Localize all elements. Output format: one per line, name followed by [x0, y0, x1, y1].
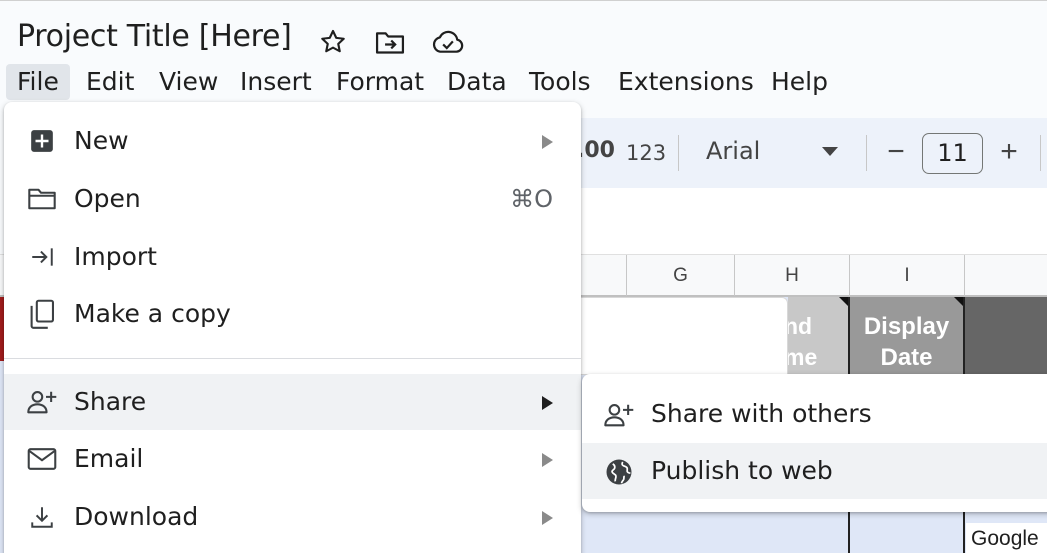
header-cell-h-text: nd me [788, 313, 818, 370]
submenu-arrow-icon [542, 511, 553, 525]
menu-extensions[interactable]: Extensions [607, 64, 765, 100]
submenu-arrow-icon [542, 396, 553, 410]
file-menu-label: Download [74, 502, 199, 531]
mail-icon [26, 443, 58, 475]
number-format-button[interactable]: 123 [626, 141, 666, 165]
file-menu-label: Share [74, 387, 147, 416]
toolbar-divider [866, 135, 867, 171]
menu-insert[interactable]: Insert [229, 64, 323, 100]
menu-data[interactable]: Data [436, 64, 518, 100]
file-menu: New Open ⌘O Import Make a copy Share Ema… [4, 102, 581, 553]
new-sheet-icon [26, 125, 58, 157]
person-add-icon [602, 398, 636, 432]
header-cell-display-date[interactable]: Display Date [849, 297, 964, 375]
font-family-select[interactable]: Arial [706, 137, 760, 165]
menu-divider [4, 358, 581, 359]
share-with-others[interactable]: Share with others [582, 386, 1047, 442]
menu-edit[interactable]: Edit [75, 64, 145, 100]
import-icon [26, 241, 58, 273]
toolbar-divider [1040, 135, 1041, 171]
header-cell-text: Date [880, 344, 933, 371]
file-menu-new[interactable]: New [4, 113, 581, 169]
file-menu-make-a-copy[interactable]: Make a copy [4, 286, 581, 342]
data-cell[interactable]: Google [966, 523, 1047, 553]
file-menu-label: Email [74, 444, 144, 473]
menu-file[interactable]: File [6, 64, 70, 100]
folder-icon [26, 183, 58, 215]
column-header-h[interactable]: H [735, 255, 850, 296]
file-menu-download[interactable]: Download [4, 489, 581, 545]
submenu-arrow-icon [542, 135, 553, 149]
share-submenu: Share with others Publish to web [582, 374, 1047, 512]
move-to-folder-icon[interactable] [373, 25, 407, 59]
formula-bar[interactable] [560, 188, 1047, 254]
share-menu-label: Publish to web [651, 456, 833, 485]
file-menu-share[interactable]: Share [4, 374, 581, 430]
star-icon[interactable] [316, 25, 350, 59]
header-cell-h[interactable]: nd me [788, 297, 849, 375]
merged-cell[interactable] [560, 297, 788, 375]
publish-to-web[interactable]: Publish to web [582, 443, 1047, 499]
header-cell-j[interactable] [964, 297, 1047, 375]
file-menu-import[interactable]: Import [4, 229, 581, 285]
column-header-i[interactable]: I [850, 255, 965, 296]
title-bar: Project Title [Here] [0, 0, 1047, 62]
keyboard-shortcut: ⌘O [510, 185, 553, 213]
chevron-down-icon[interactable] [822, 147, 838, 156]
header-cell-text: Display [863, 313, 950, 340]
share-menu-label: Share with others [651, 399, 872, 428]
menu-help[interactable]: Help [760, 64, 839, 100]
submenu-arrow-icon [542, 453, 553, 467]
file-menu-open[interactable]: Open ⌘O [4, 171, 581, 227]
menu-format[interactable]: Format [325, 64, 435, 100]
menu-tools[interactable]: Tools [518, 64, 602, 100]
menu-view[interactable]: View [148, 64, 229, 100]
globe-icon [602, 455, 636, 489]
person-add-icon [26, 386, 58, 418]
cloud-saved-icon[interactable] [431, 25, 465, 59]
download-icon [26, 501, 58, 533]
toolbar-divider [678, 135, 679, 171]
file-menu-email[interactable]: Email [4, 431, 581, 487]
menu-bar: File Edit View Insert Format Data Tools … [0, 62, 1047, 102]
decrease-font-size-button[interactable]: − [881, 133, 911, 171]
file-menu-label: Make a copy [74, 299, 231, 328]
increase-font-size-button[interactable]: + [994, 133, 1024, 171]
file-menu-label: New [74, 126, 129, 155]
copy-icon [26, 298, 58, 330]
file-menu-label: Import [74, 242, 157, 271]
font-size-input[interactable]: 11 [922, 133, 983, 174]
document-title[interactable]: Project Title [Here] [17, 19, 292, 54]
file-menu-label: Open [74, 184, 141, 213]
decrease-decimal-button[interactable]: .00 [576, 138, 615, 163]
column-header-g[interactable]: G [627, 255, 735, 296]
